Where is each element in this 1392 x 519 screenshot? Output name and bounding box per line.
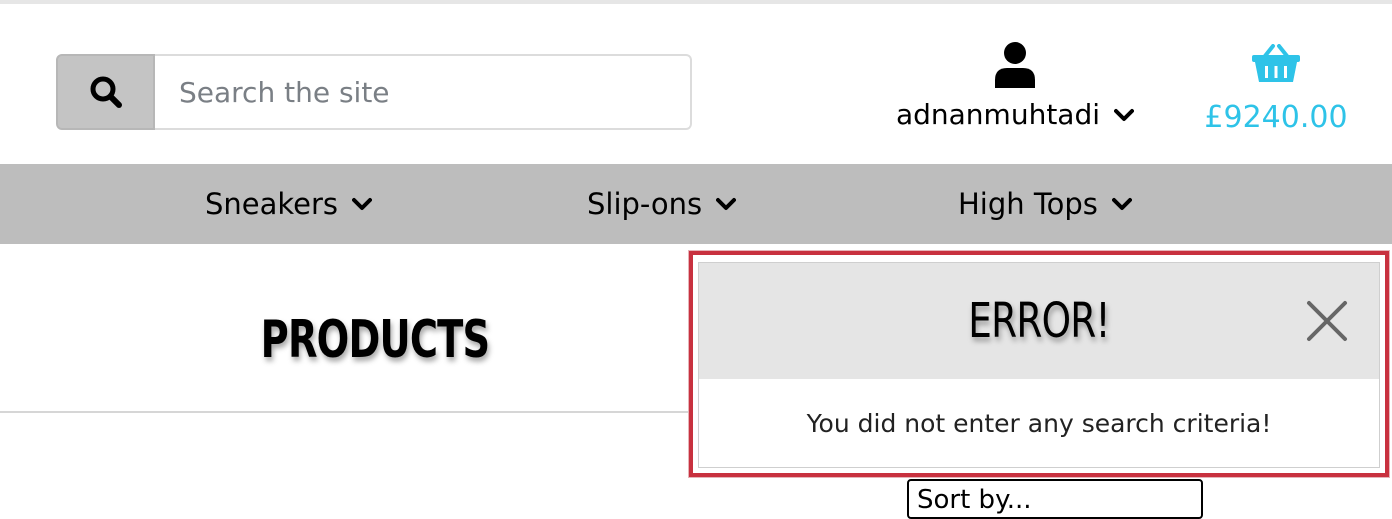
chevron-down-icon: [716, 198, 737, 210]
chevron-down-icon: [1114, 108, 1135, 121]
search-input[interactable]: [155, 54, 692, 130]
search-icon: [90, 76, 122, 108]
nav-item-high-tops[interactable]: High Tops: [958, 164, 1132, 244]
page-title: PRODUCTS: [260, 310, 490, 370]
top-border: [0, 0, 1392, 4]
chevron-down-icon: [352, 198, 373, 210]
error-toast: ERROR! You did not enter any search crit…: [689, 251, 1389, 477]
basket-icon: [1252, 44, 1300, 82]
account-username: adnanmuhtadi: [895, 98, 1101, 131]
toast-title: ERROR!: [968, 293, 1110, 349]
sort-select-label: Sort by...: [917, 485, 1032, 515]
search-form: [56, 54, 692, 130]
close-icon[interactable]: [1305, 299, 1349, 343]
chevron-down-icon: [1111, 198, 1132, 210]
toast-header: ERROR!: [699, 263, 1379, 379]
nav-item-sneakers[interactable]: Sneakers: [205, 164, 373, 244]
toast-message: You did not enter any search criteria!: [806, 408, 1272, 438]
toast-inner: ERROR! You did not enter any search crit…: [698, 262, 1380, 468]
user-icon: [995, 42, 1035, 88]
nav-item-label: Slip-ons: [587, 187, 703, 221]
search-button[interactable]: [56, 54, 155, 130]
cart-link[interactable]: £9240.00: [1196, 44, 1356, 144]
nav-item-slip-ons[interactable]: Slip-ons: [587, 164, 737, 244]
sort-select[interactable]: Sort by...: [907, 479, 1203, 519]
nav-item-label: Sneakers: [205, 187, 339, 221]
cart-total: £9240.00: [1204, 100, 1348, 135]
nav-item-label: High Tops: [958, 187, 1098, 221]
main-nav: Sneakers Slip-ons High Tops: [0, 164, 1392, 244]
heading-divider: [0, 411, 700, 413]
account-menu[interactable]: adnanmuhtadi: [890, 42, 1140, 142]
